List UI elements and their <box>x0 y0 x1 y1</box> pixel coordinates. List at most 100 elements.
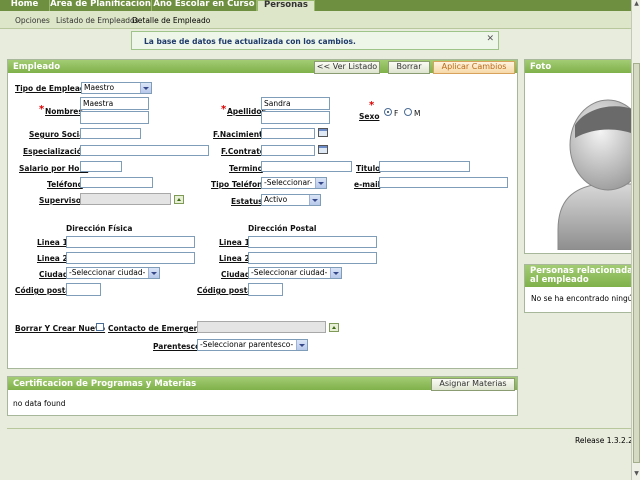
chevron-down-icon <box>330 268 341 278</box>
estatus-label: Estatus <box>231 197 263 206</box>
postal-ciudad-value: -Seleccionar ciudad- <box>251 268 328 277</box>
postal-linea1-input[interactable] <box>248 236 377 248</box>
seguro-social-input[interactable] <box>80 128 141 139</box>
personas-relacionadas-header: Personas relacionadas al empleado <box>525 265 638 287</box>
success-message-text: La base de datos fue actualizada con los… <box>144 37 356 46</box>
tab-ano-escolar[interactable]: Año Escolar en Curso <box>152 0 257 11</box>
calendar-icon[interactable] <box>318 145 328 154</box>
salario-input[interactable] <box>80 161 122 172</box>
termino-label: Termino <box>229 164 263 173</box>
required-icon: * <box>369 100 375 111</box>
fisica-ciudad-select[interactable]: -Seleccionar ciudad- <box>66 267 160 279</box>
parentesco-value: -Seleccionar parentesco- <box>200 340 294 349</box>
empleado-panel-title: Empleado <box>13 62 61 72</box>
parentesco-select[interactable]: -Seleccionar parentesco- <box>197 339 308 351</box>
supervisor-input <box>80 193 171 205</box>
chevron-down-icon <box>315 178 326 188</box>
tipo-empleado-value: Maestro <box>84 83 115 92</box>
borrar-crear-nuevo-link[interactable]: Borrar Y Crear Nuevo <box>15 324 105 333</box>
estatus-value: Activo <box>264 195 288 204</box>
footer-divider <box>7 428 631 429</box>
personas-relacionadas-title: Personas relacionadas al empleado <box>530 266 638 285</box>
seguro-social-label: Seguro Social <box>29 130 87 139</box>
contacto-emergencia-checkbox[interactable] <box>96 323 104 331</box>
titulo-label: Titulo <box>356 164 381 173</box>
f-contrato-label: F.Contrato <box>221 147 265 156</box>
parentesco-label: Parentesco <box>153 342 201 351</box>
avatar-placeholder-icon <box>557 99 633 250</box>
top-nav: Home Area de Planificacion Año Escolar e… <box>0 0 640 12</box>
nombres-label: Nombres <box>45 107 83 116</box>
fisica-linea1-label: Linea 1 <box>37 238 68 247</box>
fisica-linea1-input[interactable] <box>66 236 195 248</box>
tipo-telefono-select[interactable]: -Seleccionar- <box>261 177 327 189</box>
termino-input[interactable] <box>261 161 352 172</box>
personas-relacionadas-panel: Personas relacionadas al empleado No se … <box>524 264 638 313</box>
required-icon: * <box>39 104 45 115</box>
chevron-down-icon <box>148 268 159 278</box>
postal-ciudad-label: Ciudad <box>221 270 251 279</box>
especializacion-input[interactable] <box>80 145 209 156</box>
supervisor-label: Supervisor <box>39 196 85 205</box>
tab-area-planificacion[interactable]: Area de Planificacion <box>50 0 152 11</box>
tab-home[interactable]: Home <box>0 0 50 11</box>
sexo-f-radio[interactable] <box>384 108 392 116</box>
scrollbar-thumb[interactable] <box>633 63 640 463</box>
sexo-m-radio[interactable] <box>404 108 412 116</box>
direccion-fisica-heading: Dirección Física <box>66 224 133 233</box>
sexo-m-label: M <box>414 109 421 118</box>
empleado-panel-header: Empleado << Ver Listado Borrar Aplicar C… <box>8 60 517 74</box>
apellidos-input[interactable]: Sandra <box>261 97 330 110</box>
f-nacimiento-label: F.Nacimiento <box>213 130 268 139</box>
certificacion-panel-title: Certificacion de Programas y Materias <box>13 379 197 389</box>
required-icon: * <box>221 104 227 115</box>
postal-codigo-postal-label: Código postal <box>197 286 255 295</box>
tipo-telefono-value: -Seleccionar- <box>264 178 313 187</box>
apellidos-input-2[interactable] <box>261 111 330 124</box>
certificacion-panel-header: Certificacion de Programas y Materias As… <box>8 377 517 391</box>
tipo-empleado-label: Tipo de Empleado <box>15 84 91 93</box>
titulo-input[interactable] <box>379 161 470 172</box>
nombres-input[interactable]: Maestra <box>80 97 149 110</box>
asignar-materias-button[interactable]: Asignar Materias <box>431 378 515 391</box>
aplicar-cambios-button[interactable]: Aplicar Cambios <box>433 61 515 74</box>
fisica-ciudad-value: -Seleccionar ciudad- <box>69 268 146 277</box>
foto-panel-header: Foto <box>525 60 633 73</box>
telefono-input[interactable] <box>80 177 153 188</box>
scroll-up-icon[interactable]: ▲ <box>633 0 640 8</box>
f-nacimiento-input[interactable] <box>261 128 315 139</box>
fisica-linea2-input[interactable] <box>66 252 195 264</box>
breadcrumb-opciones[interactable]: Opciones <box>15 16 50 25</box>
calendar-icon[interactable] <box>318 128 328 137</box>
direccion-postal-heading: Dirección Postal <box>248 224 317 233</box>
certificacion-empty: no data found <box>13 399 66 408</box>
release-label: Release 1.3.2.2 <box>575 436 633 445</box>
f-contrato-input[interactable] <box>261 145 315 156</box>
breadcrumb-separator: › <box>123 15 127 24</box>
chevron-down-icon <box>309 195 320 205</box>
email-input[interactable] <box>379 177 508 188</box>
ver-listado-button[interactable]: << Ver Listado <box>314 61 380 74</box>
fisica-codigo-postal-label: Código postal <box>15 286 73 295</box>
borrar-button[interactable]: Borrar <box>388 61 430 74</box>
postal-codigo-postal-input[interactable] <box>248 283 283 296</box>
chevron-down-icon <box>296 340 307 350</box>
tipo-empleado-select[interactable]: Maestro <box>81 82 152 94</box>
fisica-linea2-label: Linea 2 <box>37 254 68 263</box>
especializacion-label: Especialización <box>23 147 88 156</box>
postal-linea2-label: Linea 2 <box>219 254 250 263</box>
estatus-select[interactable]: Activo <box>261 194 321 206</box>
fisica-codigo-postal-input[interactable] <box>66 283 101 296</box>
sexo-label: Sexo <box>359 112 380 121</box>
lookup-icon[interactable] <box>329 323 339 332</box>
chevron-down-icon <box>140 83 151 93</box>
close-icon[interactable]: ✕ <box>486 34 494 44</box>
success-message: La base de datos fue actualizada con los… <box>131 31 499 50</box>
vertical-scrollbar[interactable]: ▲ ▼ <box>631 0 640 480</box>
lookup-icon[interactable] <box>174 195 184 204</box>
scroll-down-icon[interactable]: ▼ <box>633 470 640 478</box>
postal-linea1-label: Linea 1 <box>219 238 250 247</box>
postal-linea2-input[interactable] <box>248 252 377 264</box>
postal-ciudad-select[interactable]: -Seleccionar ciudad- <box>248 267 342 279</box>
nombres-input-2[interactable] <box>80 111 149 124</box>
